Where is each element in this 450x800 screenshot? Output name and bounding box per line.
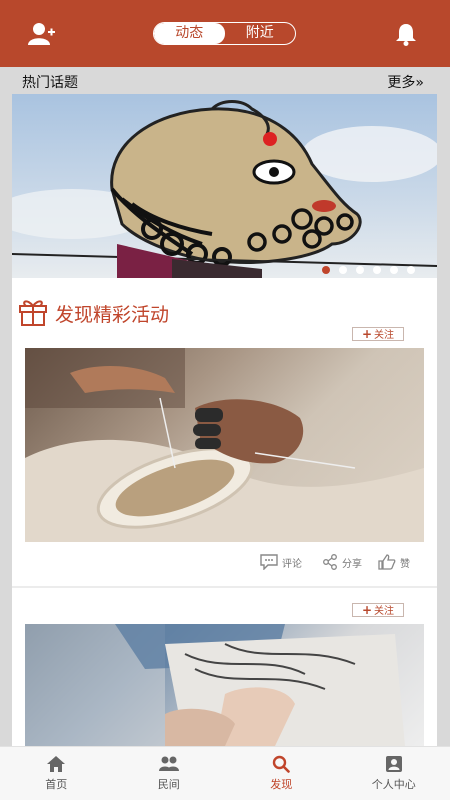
post-photo[interactable] [25,348,424,542]
follow-button[interactable]: + 关注 [352,603,404,617]
people-icon [158,756,179,771]
banner-carousel[interactable] [12,94,437,278]
tab-nearby[interactable]: 附近 [225,23,296,44]
post-actions: 评论 分享 赞 [12,554,437,578]
carousel-dot[interactable] [322,266,330,274]
tab-dynamic[interactable]: 动态 [154,23,225,44]
carousel-dot[interactable] [390,266,398,274]
carousel-dot[interactable] [407,266,415,274]
activity-header: 发现精彩活动 [17,296,169,330]
tab-label: 首页 [45,778,68,791]
share-button[interactable]: 分享 [322,554,362,570]
plus-icon: + [361,327,373,341]
profile-icon [385,756,402,772]
pottery-hands-image [25,624,405,746]
top-bar: 动态 附近 [0,0,450,67]
carousel-dot[interactable] [356,266,364,274]
tab-folk[interactable]: 民间 [113,747,226,800]
share-icon [323,554,337,570]
home-icon [47,756,66,772]
share-label: 分享 [342,558,362,570]
like-button[interactable]: 赞 [378,554,410,570]
tab-label: 个人中心 [371,778,416,791]
hot-topics-bar: 热门话题 更多» [0,67,450,94]
activity-feed: 发现精彩活动 + 关注 评论 分享 赞 + 关注 [12,278,437,746]
tab-label: 民间 [157,778,180,791]
carousel-dot[interactable] [339,266,347,274]
like-label: 赞 [400,558,410,570]
gift-icon [17,295,49,331]
post-photo[interactable] [25,624,424,746]
add-user-icon[interactable] [26,18,58,50]
comment-button[interactable]: 评论 [260,554,302,570]
shadow-puppet-image [12,100,437,278]
tab-home[interactable]: 首页 [0,747,113,800]
tab-discover[interactable]: 发现 [225,747,338,800]
hot-topics-title: 热门话题 [22,75,78,91]
post-divider [12,586,437,588]
comment-label: 评论 [282,558,302,570]
thumbs-up-icon [378,554,396,570]
bell-icon[interactable] [390,18,422,50]
shoe-stitching-image [25,348,424,542]
plus-icon: + [361,603,373,617]
carousel-indicators [322,266,415,274]
tab-label: 发现 [270,778,293,791]
follow-label: 关注 [374,606,395,617]
bottom-tab-bar: 首页 民间 发现 个人中心 [0,746,450,800]
carousel-dot[interactable] [373,266,381,274]
feed-segmented-control: 动态 附近 [153,22,296,45]
tab-profile[interactable]: 个人中心 [338,747,450,800]
follow-button[interactable]: + 关注 [352,327,404,341]
comment-icon [260,554,278,570]
activity-title: 发现精彩活动 [55,303,170,326]
search-icon [273,755,291,773]
more-link[interactable]: 更多» [387,72,424,92]
follow-label: 关注 [374,330,395,341]
